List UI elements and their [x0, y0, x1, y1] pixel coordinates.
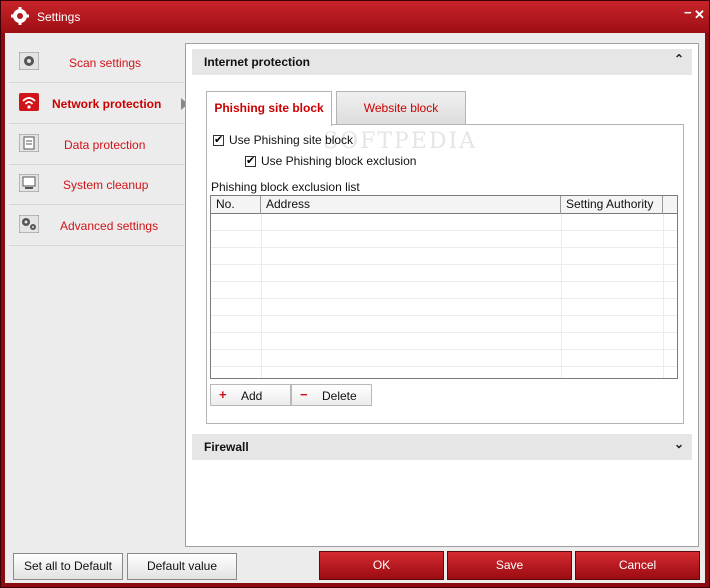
checkbox-label: Use Phishing site block: [229, 133, 354, 147]
close-button[interactable]: ✕: [694, 7, 705, 23]
checkbox-box[interactable]: [213, 133, 224, 146]
settings-window: Settings − ✕ Scan settings Network prote…: [0, 0, 710, 588]
section-firewall[interactable]: Firewall ⌄: [192, 434, 692, 460]
document-icon: [19, 134, 39, 152]
table-row[interactable]: [211, 248, 677, 265]
monitor-icon: [19, 174, 39, 192]
save-button[interactable]: Save: [447, 551, 572, 580]
table-row[interactable]: [211, 231, 677, 248]
client-area: Scan settings Network protection Data pr…: [5, 33, 705, 583]
table-header: No. Address Setting Authority: [211, 196, 677, 214]
add-button[interactable]: + Add: [210, 384, 291, 406]
table-row[interactable]: [211, 350, 677, 367]
tab-phishing-site-block[interactable]: Phishing site block: [206, 91, 332, 126]
column-header-no[interactable]: No.: [211, 196, 261, 214]
set-all-default-button[interactable]: Set all to Default: [13, 553, 123, 580]
chevron-up-icon[interactable]: ⌃: [674, 52, 684, 66]
exclusion-list-caption: Phishing block exclusion list: [211, 180, 360, 194]
window-title: Settings: [37, 10, 81, 24]
button-label: Delete: [322, 389, 357, 403]
main-panel: Internet protection ⌃ Phishing site bloc…: [185, 43, 699, 547]
sidebar-item-label: Advanced settings: [60, 219, 159, 233]
sidebar-item-network-protection[interactable]: Network protection: [9, 84, 188, 124]
chevron-down-icon[interactable]: ⌄: [674, 437, 684, 451]
section-title: Firewall: [204, 440, 249, 454]
sidebar-item-scan-settings[interactable]: Scan settings: [9, 43, 187, 83]
gears-icon: [19, 215, 39, 233]
section-title: Internet protection: [204, 55, 311, 69]
table-row[interactable]: [211, 299, 677, 316]
table-row[interactable]: [211, 265, 677, 282]
button-label: Add: [241, 389, 263, 403]
column-header-address[interactable]: Address: [261, 196, 561, 214]
sidebar-item-system-cleanup[interactable]: System cleanup: [9, 165, 187, 205]
wifi-icon: [19, 93, 39, 111]
use-phishing-block-checkbox[interactable]: Use Phishing site block: [213, 133, 353, 147]
gear-icon: [19, 52, 39, 70]
tab-website-block[interactable]: Website block: [336, 91, 466, 125]
plus-icon: +: [219, 387, 227, 402]
ok-button[interactable]: OK: [319, 551, 444, 580]
phishing-tab-panel: SOFTPEDIA Use Phishing site block Use Ph…: [206, 124, 684, 424]
table-row[interactable]: [211, 214, 677, 231]
sidebar-item-label: System cleanup: [63, 178, 149, 192]
sidebar-item-label: Network protection: [52, 97, 162, 111]
title-bar[interactable]: Settings − ✕: [1, 1, 709, 33]
table-row[interactable]: [211, 316, 677, 333]
gear-icon: [11, 7, 29, 25]
column-header-setting-authority[interactable]: Setting Authority: [561, 196, 663, 214]
sidebar: Scan settings Network protection Data pr…: [9, 43, 188, 543]
default-value-button[interactable]: Default value: [127, 553, 237, 580]
checkbox-label: Use Phishing block exclusion: [261, 154, 417, 168]
cancel-button[interactable]: Cancel: [575, 551, 700, 580]
minimize-button[interactable]: −: [684, 5, 692, 20]
sidebar-item-label: Data protection: [64, 138, 146, 152]
exclusion-list-table[interactable]: No. Address Setting Authority: [210, 195, 678, 379]
delete-button[interactable]: − Delete: [291, 384, 372, 406]
minus-icon: −: [300, 387, 308, 402]
section-internet-protection[interactable]: Internet protection ⌃: [192, 49, 692, 75]
sidebar-item-label: Scan settings: [69, 56, 142, 70]
table-row[interactable]: [211, 282, 677, 299]
sidebar-item-advanced-settings[interactable]: Advanced settings: [9, 206, 187, 246]
use-phishing-exclusion-checkbox[interactable]: Use Phishing block exclusion: [245, 154, 416, 168]
checkbox-box[interactable]: [245, 154, 256, 167]
sidebar-item-data-protection[interactable]: Data protection: [9, 125, 187, 165]
table-row[interactable]: [211, 333, 677, 350]
